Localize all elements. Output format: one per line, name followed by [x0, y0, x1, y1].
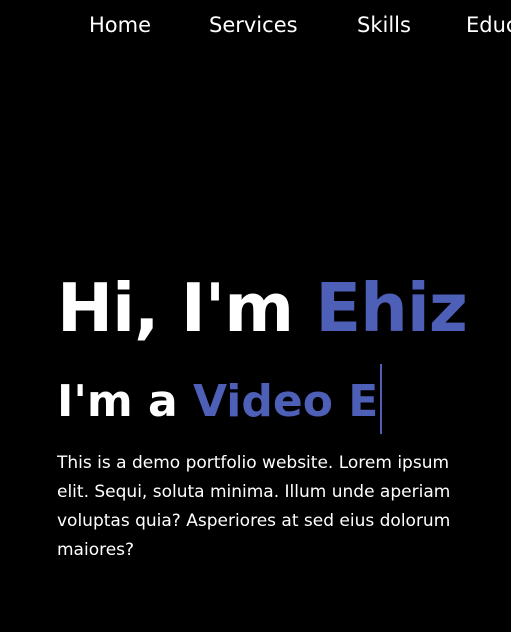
hero-title: Hi, I'm Ehiz	[57, 268, 468, 348]
hero-description-line: This is a demo portfolio website. Lorem …	[57, 453, 450, 473]
hero-greeting: Hi, I'm	[57, 269, 316, 347]
nav-item-skills[interactable]: Skills	[357, 13, 411, 37]
top-nav: Home Services Skills Educ	[0, 10, 511, 44]
hero-description: This is a demo portfolio website. Lorem …	[57, 449, 511, 565]
hero-role: I'm a Video E	[57, 364, 383, 434]
hero-role-typed: Video E	[193, 376, 379, 427]
hero-role-prefix: I'm a	[57, 376, 194, 427]
typing-cursor	[380, 364, 383, 434]
hero-description-line: maiores?	[57, 540, 135, 560]
nav-item-home[interactable]: Home	[89, 13, 151, 37]
hero-name: Ehiz	[315, 269, 467, 347]
nav-item-services[interactable]: Services	[209, 13, 298, 37]
hero-description-line: voluptas quia? Asperiores at sed eius do…	[57, 511, 451, 531]
hero-description-line: elit. Sequi, soluta minima. Illum unde a…	[57, 482, 451, 502]
nav-item-education[interactable]: Educ	[466, 13, 511, 37]
